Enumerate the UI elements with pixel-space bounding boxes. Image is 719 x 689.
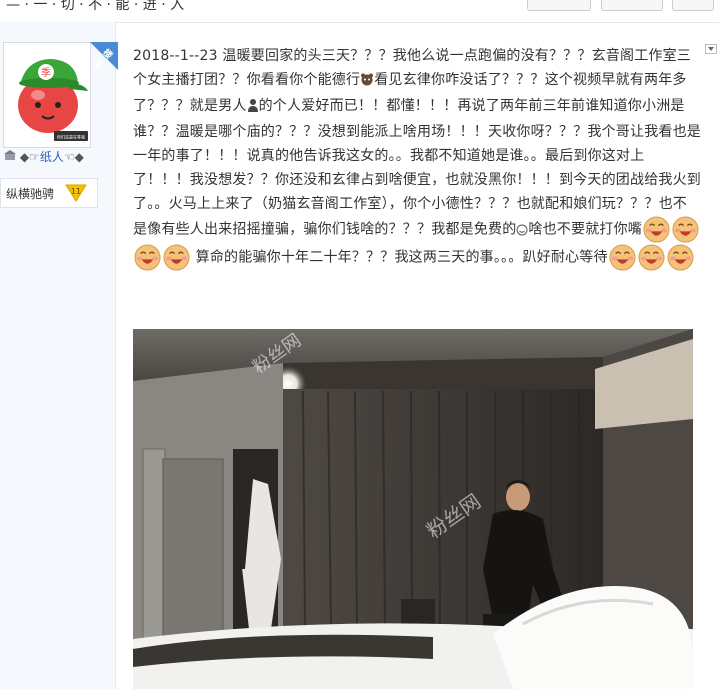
- post-photo[interactable]: 粉丝网 粉丝网: [133, 329, 693, 689]
- collapse-arrow-icon[interactable]: [705, 44, 717, 54]
- username-text[interactable]: 纸人: [40, 150, 64, 164]
- toolbar-button-2[interactable]: [601, 0, 663, 11]
- smile-emoji-icon: [516, 220, 528, 244]
- bear-face-emoji-icon: [360, 70, 374, 94]
- hotel-room-photo: 粉丝网 粉丝网: [133, 329, 693, 689]
- avatar-cap-text: 季: [41, 67, 51, 79]
- avatar[interactable]: 季 你们这是在等我 楼主: [3, 42, 118, 148]
- post-content: 2018--1--23 温暖要回家的头三天？？？我他么说一点跑偏的没有？？？玄音…: [133, 44, 701, 271]
- level-badge-icon: 11: [65, 184, 87, 202]
- laughing-face-emoji-icon: [609, 243, 636, 271]
- post-paragraph: 2018--1--23 温暖要回家的头三天？？？我他么说一点跑偏的没有？？？玄音…: [133, 44, 701, 271]
- user-level[interactable]: 纵横驰骋 11: [0, 178, 98, 208]
- laughing-face-emoji-icon: [672, 216, 699, 243]
- author-sidebar: 季 你们这是在等我 楼主 ◆☞纸人☜◆ 纵横驰骋 11: [0, 22, 118, 689]
- laughing-face-emoji-icon: [643, 216, 670, 243]
- toolbar-button-3[interactable]: [672, 0, 714, 11]
- laughing-face-emoji-icon: [638, 243, 665, 271]
- avatar-caption: 你们这是在等我: [57, 134, 85, 140]
- post-text-4: 啥也不要就打你嘴: [528, 221, 643, 238]
- top-bar: — · 一 · 切 · 不 · 能 · 进 · 入: [0, 0, 719, 23]
- post-text-3: 的个人爱好而已！！都懂！！！再说了两年前三年前谁知道你小洲是谁？？温暖是哪个庙的…: [133, 98, 701, 238]
- level-number: 11: [71, 187, 81, 196]
- username-link[interactable]: ◆☞纸人☜◆: [4, 148, 84, 165]
- post-text-5: 算命的能骗你十年二十年？？？我这两三天的事。。。趴好耐心等待: [195, 249, 608, 265]
- username-prefix: ◆☞: [19, 150, 40, 164]
- user-decoration-icon: [4, 150, 20, 164]
- toolbar-button-1[interactable]: [527, 0, 591, 11]
- avatar-image: 季 你们这是在等我: [4, 43, 90, 147]
- thread-title: — · 一 · 切 · 不 · 能 · 进 · 入: [6, 0, 185, 13]
- laughing-face-emoji-icon: [134, 243, 161, 271]
- laughing-face-emoji-icon: [667, 243, 694, 271]
- username-suffix: ☜◆: [63, 150, 84, 164]
- laughing-face-emoji-icon: [163, 243, 190, 271]
- man-emoji-icon: [247, 96, 259, 120]
- level-title: 纵横驰骋: [6, 187, 55, 201]
